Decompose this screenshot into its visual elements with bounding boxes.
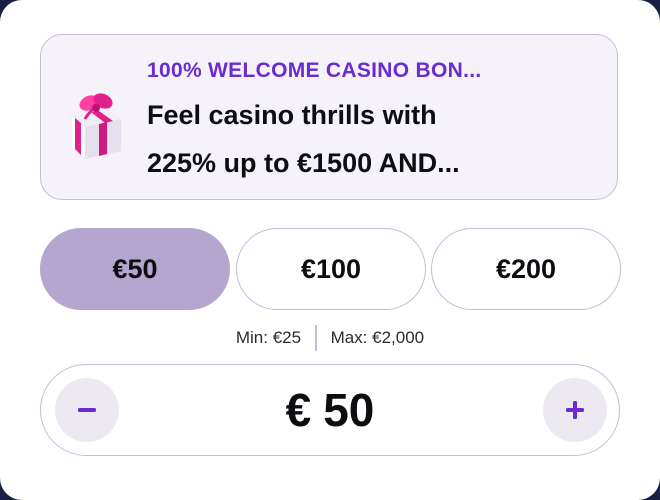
amount-option-100[interactable]: €100 [236,228,426,310]
minus-icon [78,408,96,412]
bonus-title: 100% WELCOME CASINO BON... [147,59,482,82]
bonus-line-2: 225% up to €1500 AND... [147,148,460,178]
plus-icon [566,401,584,419]
amount-stepper: € 50 [40,364,620,456]
limits-divider [315,325,317,351]
amount-option-50[interactable]: €50 [40,228,230,310]
deposit-limits: Min: €25 Max: €2,000 [0,324,660,352]
max-limit: Max: €2,000 [330,328,425,347]
decrease-button[interactable] [55,378,119,442]
bonus-line-1: Feel casino thrills with [147,100,437,130]
amount-value: 50 [323,384,375,436]
deposit-panel: 100% WELCOME CASINO BON... Feel casino t… [0,0,660,500]
min-limit: Min: €25 [235,328,302,347]
amount-option-200[interactable]: €200 [431,228,621,310]
amount-display[interactable]: € 50 [41,365,619,455]
gift-icon [70,93,121,160]
bonus-description: Feel casino thrills with 225% up to €150… [147,91,567,187]
increase-button[interactable] [543,378,607,442]
currency-symbol: € [285,384,312,436]
bonus-card[interactable]: 100% WELCOME CASINO BON... Feel casino t… [40,34,618,200]
